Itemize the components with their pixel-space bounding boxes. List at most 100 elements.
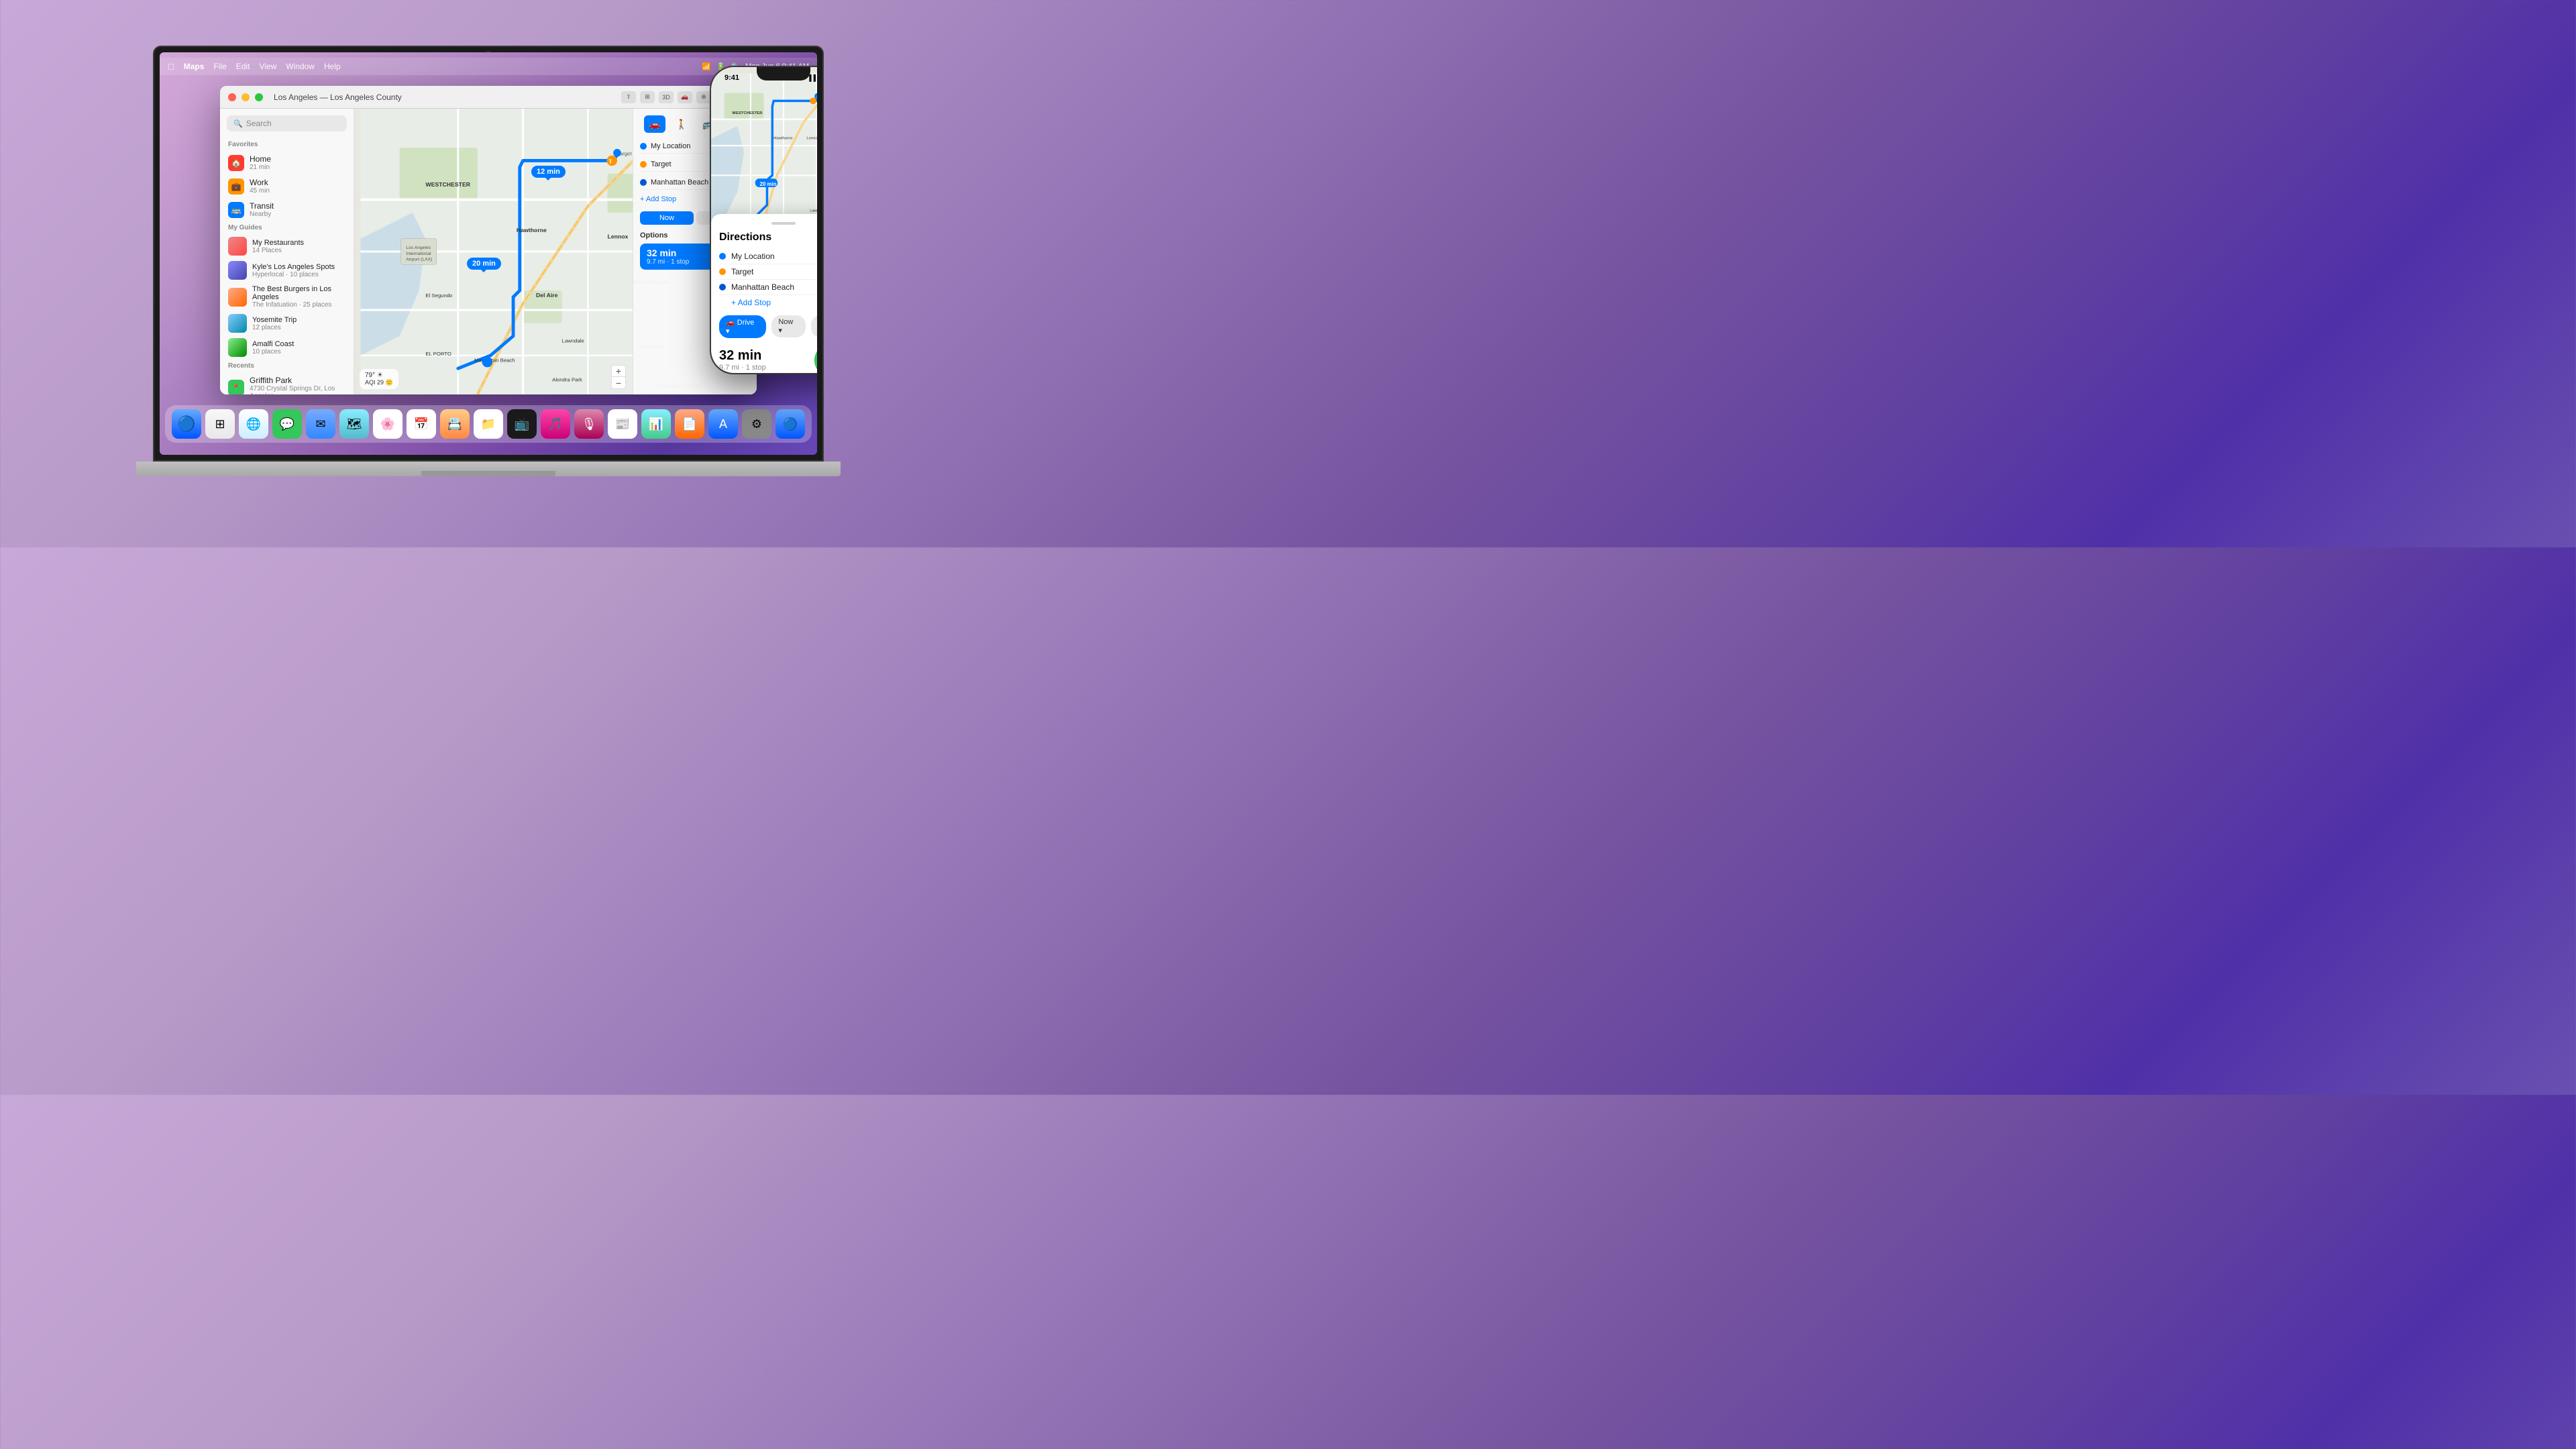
dock-control[interactable]: 🔵 xyxy=(775,409,805,439)
laptop-container:  Maps File Edit View Window Help 📶 🔋 🔍 … xyxy=(153,46,824,502)
sheet-route-info: 32 min 9.7 mi · 1 stop xyxy=(719,348,814,372)
toolbar-traffic-btn[interactable]: 🚗 xyxy=(678,91,692,103)
dock-podcasts[interactable]: 🎙 xyxy=(574,409,604,439)
sheet-title: Directions xyxy=(719,231,817,244)
menubar-window[interactable]: Window xyxy=(286,62,315,71)
menubar-view[interactable]: View xyxy=(259,62,276,71)
window-titlebar: Los Angeles — Los Angeles County ⇧ ⊞ 3D … xyxy=(220,86,757,109)
svg-text:International: International xyxy=(406,252,431,256)
svg-text:T: T xyxy=(608,158,612,164)
guide-burgers-name: The Best Burgers in Los Angeles xyxy=(252,285,345,301)
map-area[interactable]: WESTCHESTER Lennox West Athens Hawthorne… xyxy=(354,109,757,394)
sidebar: 🔍 Search Favorites 🏠 Home 21 min xyxy=(220,109,354,394)
guide-item-kyle[interactable]: Kyle's Los Angeles Spots Hyperlocal · 10… xyxy=(220,258,354,282)
iphone-time: 9:41 xyxy=(724,74,739,82)
zoom-in-button[interactable]: + xyxy=(611,365,626,377)
svg-text:Alondra Park: Alondra Park xyxy=(552,377,582,383)
toolbar-location-btn[interactable]: ⇧ xyxy=(621,91,636,103)
svg-text:Hawthorne: Hawthorne xyxy=(773,136,792,140)
laptop-base xyxy=(136,462,841,476)
work-icon: 💼 xyxy=(228,178,244,195)
dock-pages[interactable]: 📄 xyxy=(675,409,704,439)
guide-item-burgers[interactable]: The Best Burgers in Los Angeles The Infa… xyxy=(220,282,354,311)
dock-finder2[interactable]: 📁 xyxy=(474,409,503,439)
dock-messages[interactable]: 💬 xyxy=(272,409,302,439)
go-button[interactable]: GO xyxy=(814,343,817,373)
window-close-button[interactable] xyxy=(228,93,236,101)
now-btn[interactable]: Now xyxy=(640,211,694,225)
route-info: 32 min 9.7 mi · 1 stop xyxy=(647,248,689,266)
guide-item-restaurants[interactable]: My Restaurants 14 Places xyxy=(220,234,354,258)
window-fullscreen-button[interactable] xyxy=(255,93,263,101)
search-bar[interactable]: 🔍 Search xyxy=(227,115,347,131)
sheet-avoid-chip[interactable]: Avoid ▾ xyxy=(811,315,817,337)
svg-text:20 min: 20 min xyxy=(760,181,777,187)
sheet-transport-row: 🚗 Drive ▾ Now ▾ Avoid ▾ xyxy=(719,315,817,338)
sheet-label-start: My Location xyxy=(731,252,775,261)
iphone-signal-icon: ▌▌▌ xyxy=(809,74,817,81)
sheet-route-time: 32 min xyxy=(719,348,814,364)
transport-walk-btn[interactable]: 🚶 xyxy=(671,115,692,133)
guide-item-amalfi[interactable]: Amalfi Coast 10 places xyxy=(220,335,354,360)
menubar-edit[interactable]: Edit xyxy=(236,62,250,71)
griffith-subtitle: 4730 Crystal Springs Dr, Los Angeles xyxy=(250,385,345,394)
dock-numbers[interactable]: 📊 xyxy=(641,409,671,439)
dock-contacts[interactable]: 📇 xyxy=(440,409,470,439)
toolbar-sidebar-btn[interactable]: ⊞ xyxy=(640,91,655,103)
guide-amalfi-text: Amalfi Coast 10 places xyxy=(252,340,294,356)
sheet-waypoint-start: My Location xyxy=(719,249,817,264)
sheet-drive-chip[interactable]: 🚗 Drive ▾ xyxy=(719,315,766,338)
dock-finder[interactable]: 🔵 xyxy=(172,409,201,439)
dock-music[interactable]: 🎵 xyxy=(541,409,570,439)
svg-text:T: T xyxy=(816,97,817,101)
work-subtitle: 45 min xyxy=(250,187,345,195)
window-minimize-button[interactable] xyxy=(241,93,250,101)
menubar-file[interactable]: File xyxy=(213,62,226,71)
zoom-out-button[interactable]: − xyxy=(611,377,626,389)
waypoint-dot-end xyxy=(640,179,647,186)
weather-aqi: AQI 29 🙂 xyxy=(365,379,393,386)
menubar-help[interactable]: Help xyxy=(324,62,341,71)
waypoint-dot-mid xyxy=(640,161,647,168)
guide-yosemite-count: 12 places xyxy=(252,324,297,331)
menubar-app-name[interactable]: Maps xyxy=(184,62,205,71)
sidebar-item-griffith[interactable]: 📍 Griffith Park 4730 Crystal Springs Dr,… xyxy=(220,372,354,394)
dock-news[interactable]: 📰 xyxy=(608,409,637,439)
sheet-dot-start xyxy=(719,253,726,260)
dock-mail[interactable]: ✉ xyxy=(306,409,335,439)
svg-text:Lennox: Lennox xyxy=(607,233,628,240)
sheet-waypoint-mid: Target xyxy=(719,264,817,280)
sheet-add-stop-btn[interactable]: + Add Stop xyxy=(719,295,817,310)
dock-appstore[interactable]: A xyxy=(708,409,738,439)
sidebar-item-home[interactable]: 🏠 Home 21 min xyxy=(220,151,354,174)
dock-launchpad[interactable]: ⊞ xyxy=(205,409,235,439)
dock-calendar[interactable]: 📅 xyxy=(407,409,436,439)
guide-thumb-restaurants xyxy=(228,237,247,256)
svg-text:El Segundo: El Segundo xyxy=(425,292,452,299)
window-content: 🔍 Search Favorites 🏠 Home 21 min xyxy=(220,109,757,394)
transport-drive-btn[interactable]: 🚗 xyxy=(644,115,665,133)
dock-systemprefs[interactable]: ⚙ xyxy=(742,409,771,439)
iphone-notch xyxy=(757,67,810,80)
dock-maps[interactable]: 🗺 xyxy=(339,409,369,439)
window-title: Los Angeles — Los Angeles County xyxy=(274,93,402,102)
sidebar-item-work[interactable]: 💼 Work 45 min xyxy=(220,174,354,198)
iphone-directions-sheet: Directions ✕ My Location Target xyxy=(711,214,817,373)
toolbar-settings-btn[interactable]: ⊕ xyxy=(696,91,711,103)
transit-item-text: Transit Nearby xyxy=(250,201,345,218)
guide-item-yosemite[interactable]: Yosemite Trip 12 places xyxy=(220,311,354,335)
dock-safari[interactable]: 🌐 xyxy=(239,409,268,439)
dock-photos[interactable]: 🌸 xyxy=(373,409,402,439)
sheet-now-chip[interactable]: Now ▾ xyxy=(771,315,805,337)
guide-thumb-yosemite xyxy=(228,314,247,333)
dock-tv[interactable]: 📺 xyxy=(507,409,537,439)
transit-subtitle: Nearby xyxy=(250,211,345,218)
favorites-section-title: Favorites xyxy=(220,138,354,151)
toolbar-3d-btn[interactable]: 3D xyxy=(659,91,674,103)
griffith-name: Griffith Park xyxy=(250,376,345,385)
sheet-dot-end xyxy=(719,284,726,290)
sidebar-item-transit[interactable]: 🚌 Transit Nearby xyxy=(220,198,354,221)
iphone-screen: 9:41 ▌▌▌ 📶 🔋 xyxy=(711,67,817,373)
search-icon: 🔍 xyxy=(233,119,243,128)
svg-text:Los Angeles: Los Angeles xyxy=(406,246,431,250)
